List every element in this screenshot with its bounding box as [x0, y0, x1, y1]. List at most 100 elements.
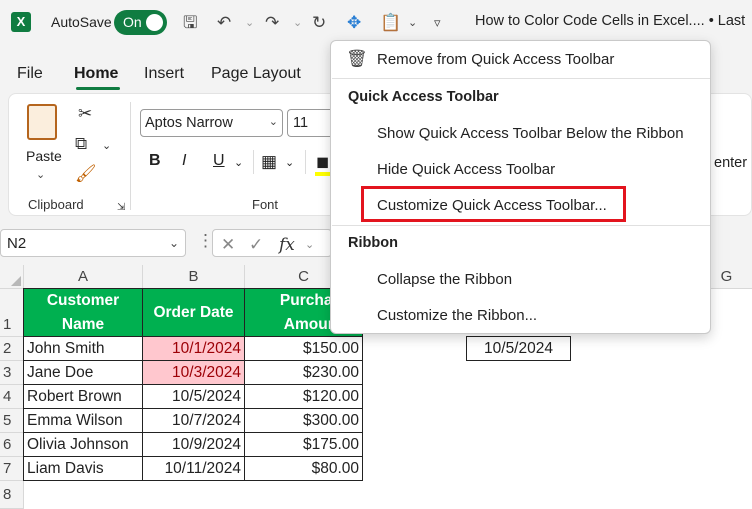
row-header[interactable]: 5 — [0, 409, 24, 433]
table-cell[interactable]: 10/5/2024 — [466, 336, 571, 361]
table-cell[interactable]: John Smith — [23, 336, 143, 361]
fill-color-swatch — [315, 172, 331, 176]
tab-page-layout[interactable]: Page Layout — [211, 65, 301, 83]
table-cell[interactable]: Liam Davis — [23, 456, 143, 481]
toggle-knob — [146, 14, 163, 31]
column-header[interactable]: B — [143, 265, 245, 289]
table-cell[interactable]: $230.00 — [244, 360, 363, 385]
annotation-highlight-box — [361, 186, 626, 222]
table-cell[interactable]: $150.00 — [244, 336, 363, 361]
menu-section-ribbon: Ribbon — [348, 235, 398, 251]
table-cell[interactable]: 10/9/2024 — [142, 432, 245, 457]
row-header[interactable]: 3 — [0, 361, 24, 385]
borders-dropdown-icon[interactable]: ⌄ — [285, 156, 294, 169]
paste-options-icon[interactable]: 📋 — [380, 12, 401, 34]
row-header[interactable]: 8 — [0, 481, 24, 509]
column-header[interactable]: A — [24, 265, 143, 289]
font-name-value: Aptos Narrow — [145, 115, 233, 131]
paste-dropdown-icon[interactable]: ⌄ — [408, 12, 417, 34]
table-cell[interactable]: Jane Doe — [23, 360, 143, 385]
table-cell[interactable]: Olivia Johnson — [23, 432, 143, 457]
fill-color-icon[interactable]: ◼ — [316, 152, 329, 172]
redo-dropdown-icon[interactable]: ⌄ — [293, 12, 302, 34]
underline-dropdown-icon[interactable]: ⌄ — [234, 156, 243, 169]
row-header[interactable]: 6 — [0, 433, 24, 457]
save-icon[interactable]: 🖫 — [183, 12, 197, 34]
row-header[interactable]: 7 — [0, 457, 24, 481]
table-cell[interactable]: $120.00 — [244, 384, 363, 409]
table-cell[interactable]: 10/5/2024 — [142, 384, 245, 409]
copy-dropdown-icon[interactable]: ⌄ — [102, 136, 111, 156]
group-separator — [130, 102, 131, 210]
name-box[interactable]: N2 ⌄ — [0, 229, 186, 257]
menu-item-customize-ribbon[interactable]: Customize the Ribbon... — [377, 307, 537, 324]
move-icon[interactable]: ✥ — [347, 12, 361, 34]
paste-label[interactable]: Paste — [26, 148, 62, 164]
clipboard-group-label: Clipboard — [28, 197, 84, 212]
enter-icon[interactable]: ✓ — [249, 235, 263, 255]
refresh-icon[interactable]: ↻ — [312, 12, 326, 34]
table-cell[interactable]: $80.00 — [244, 456, 363, 481]
chevron-down-icon: ⌄ — [168, 236, 179, 250]
table-cell[interactable]: $300.00 — [244, 408, 363, 433]
select-all-corner[interactable] — [0, 265, 24, 289]
merge-center-label[interactable]: enter — [714, 155, 747, 171]
redo-icon[interactable]: ↷ — [265, 12, 279, 34]
table-cell[interactable]: 10/11/2024 — [142, 456, 245, 481]
copy-icon[interactable]: ⧉ — [75, 134, 87, 154]
borders-icon[interactable]: ▦ — [261, 152, 277, 172]
fx-dropdown-icon[interactable]: ⌄ — [305, 238, 314, 251]
chevron-down-icon: ⌄ — [268, 116, 278, 128]
customize-qat-icon[interactable]: ▿ — [434, 12, 441, 34]
menu-divider — [332, 225, 710, 226]
font-group-label: Font — [252, 197, 279, 212]
tab-file[interactable]: File — [17, 65, 43, 83]
menu-item-show-below-ribbon[interactable]: Show Quick Access Toolbar Below the Ribb… — [377, 125, 684, 142]
table-cell[interactable]: $175.00 — [244, 432, 363, 457]
active-tab-indicator — [76, 87, 120, 90]
table-cell[interactable]: Robert Brown — [23, 384, 143, 409]
menu-section-qat: Quick Access Toolbar — [348, 89, 499, 105]
menu-item-collapse-ribbon[interactable]: Collapse the Ribbon — [377, 271, 512, 288]
tab-home[interactable]: Home — [74, 65, 118, 83]
document-title: How to Color Code Cells in Excel.... • L… — [475, 13, 746, 29]
table-cell[interactable]: 10/3/2024 — [142, 360, 245, 385]
menu-item-remove-from-qat[interactable]: Remove from Quick Access Toolbar — [377, 51, 614, 68]
table-cell[interactable]: Emma Wilson — [23, 408, 143, 433]
underline-button[interactable]: U — [213, 152, 225, 170]
insert-function-icon[interactable]: fx — [279, 235, 295, 255]
table-cell[interactable]: 10/1/2024 — [142, 336, 245, 361]
row-header[interactable]: 1 — [0, 289, 24, 337]
header-cell[interactable]: Customer Name — [23, 288, 143, 337]
autosave-toggle[interactable]: On — [114, 10, 167, 35]
font-name-select[interactable]: Aptos Narrow ⌄ — [140, 109, 283, 137]
format-separator — [253, 150, 254, 174]
menu-item-hide-qat[interactable]: Hide Quick Access Toolbar — [377, 161, 555, 178]
cancel-icon[interactable]: ✕ — [221, 235, 235, 255]
autosave-label: AutoSave — [51, 14, 112, 30]
title-bar: X AutoSave On 🖫 ↶ ⌄ ↷ ⌄ ↻ ✥ 📋 ⌄ ▿ How to… — [0, 0, 752, 44]
header-text: Customer Name — [46, 292, 120, 333]
clipboard-launcher-icon[interactable]: ⇲ — [117, 198, 125, 218]
formula-buttons: ✕ ✓ fx ⌄ — [212, 229, 332, 257]
undo-icon[interactable]: ↶ — [217, 12, 231, 34]
paste-dropdown-icon[interactable]: ⌄ — [36, 168, 45, 181]
row-header[interactable]: 4 — [0, 385, 24, 409]
trash-icon: 🗑 — [346, 49, 368, 68]
format-painter-icon[interactable]: 🖌 — [75, 164, 97, 184]
undo-dropdown-icon[interactable]: ⌄ — [245, 12, 254, 34]
row-header[interactable]: 2 — [0, 337, 24, 361]
menu-divider — [332, 78, 710, 79]
autosave-state: On — [123, 14, 142, 30]
paste-icon[interactable] — [27, 104, 57, 140]
name-box-value: N2 — [7, 235, 27, 252]
italic-button[interactable]: I — [182, 152, 186, 170]
table-cell[interactable]: 10/7/2024 — [142, 408, 245, 433]
tab-insert[interactable]: Insert — [144, 65, 184, 83]
header-cell[interactable]: Order Date — [142, 288, 245, 337]
cut-icon[interactable]: ✂ — [78, 104, 92, 124]
font-size-value: 11 — [293, 115, 309, 131]
excel-logo-icon: X — [11, 12, 31, 32]
qat-context-menu: 🗑 Remove from Quick Access Toolbar Quick… — [330, 40, 711, 334]
bold-button[interactable]: B — [149, 152, 161, 170]
